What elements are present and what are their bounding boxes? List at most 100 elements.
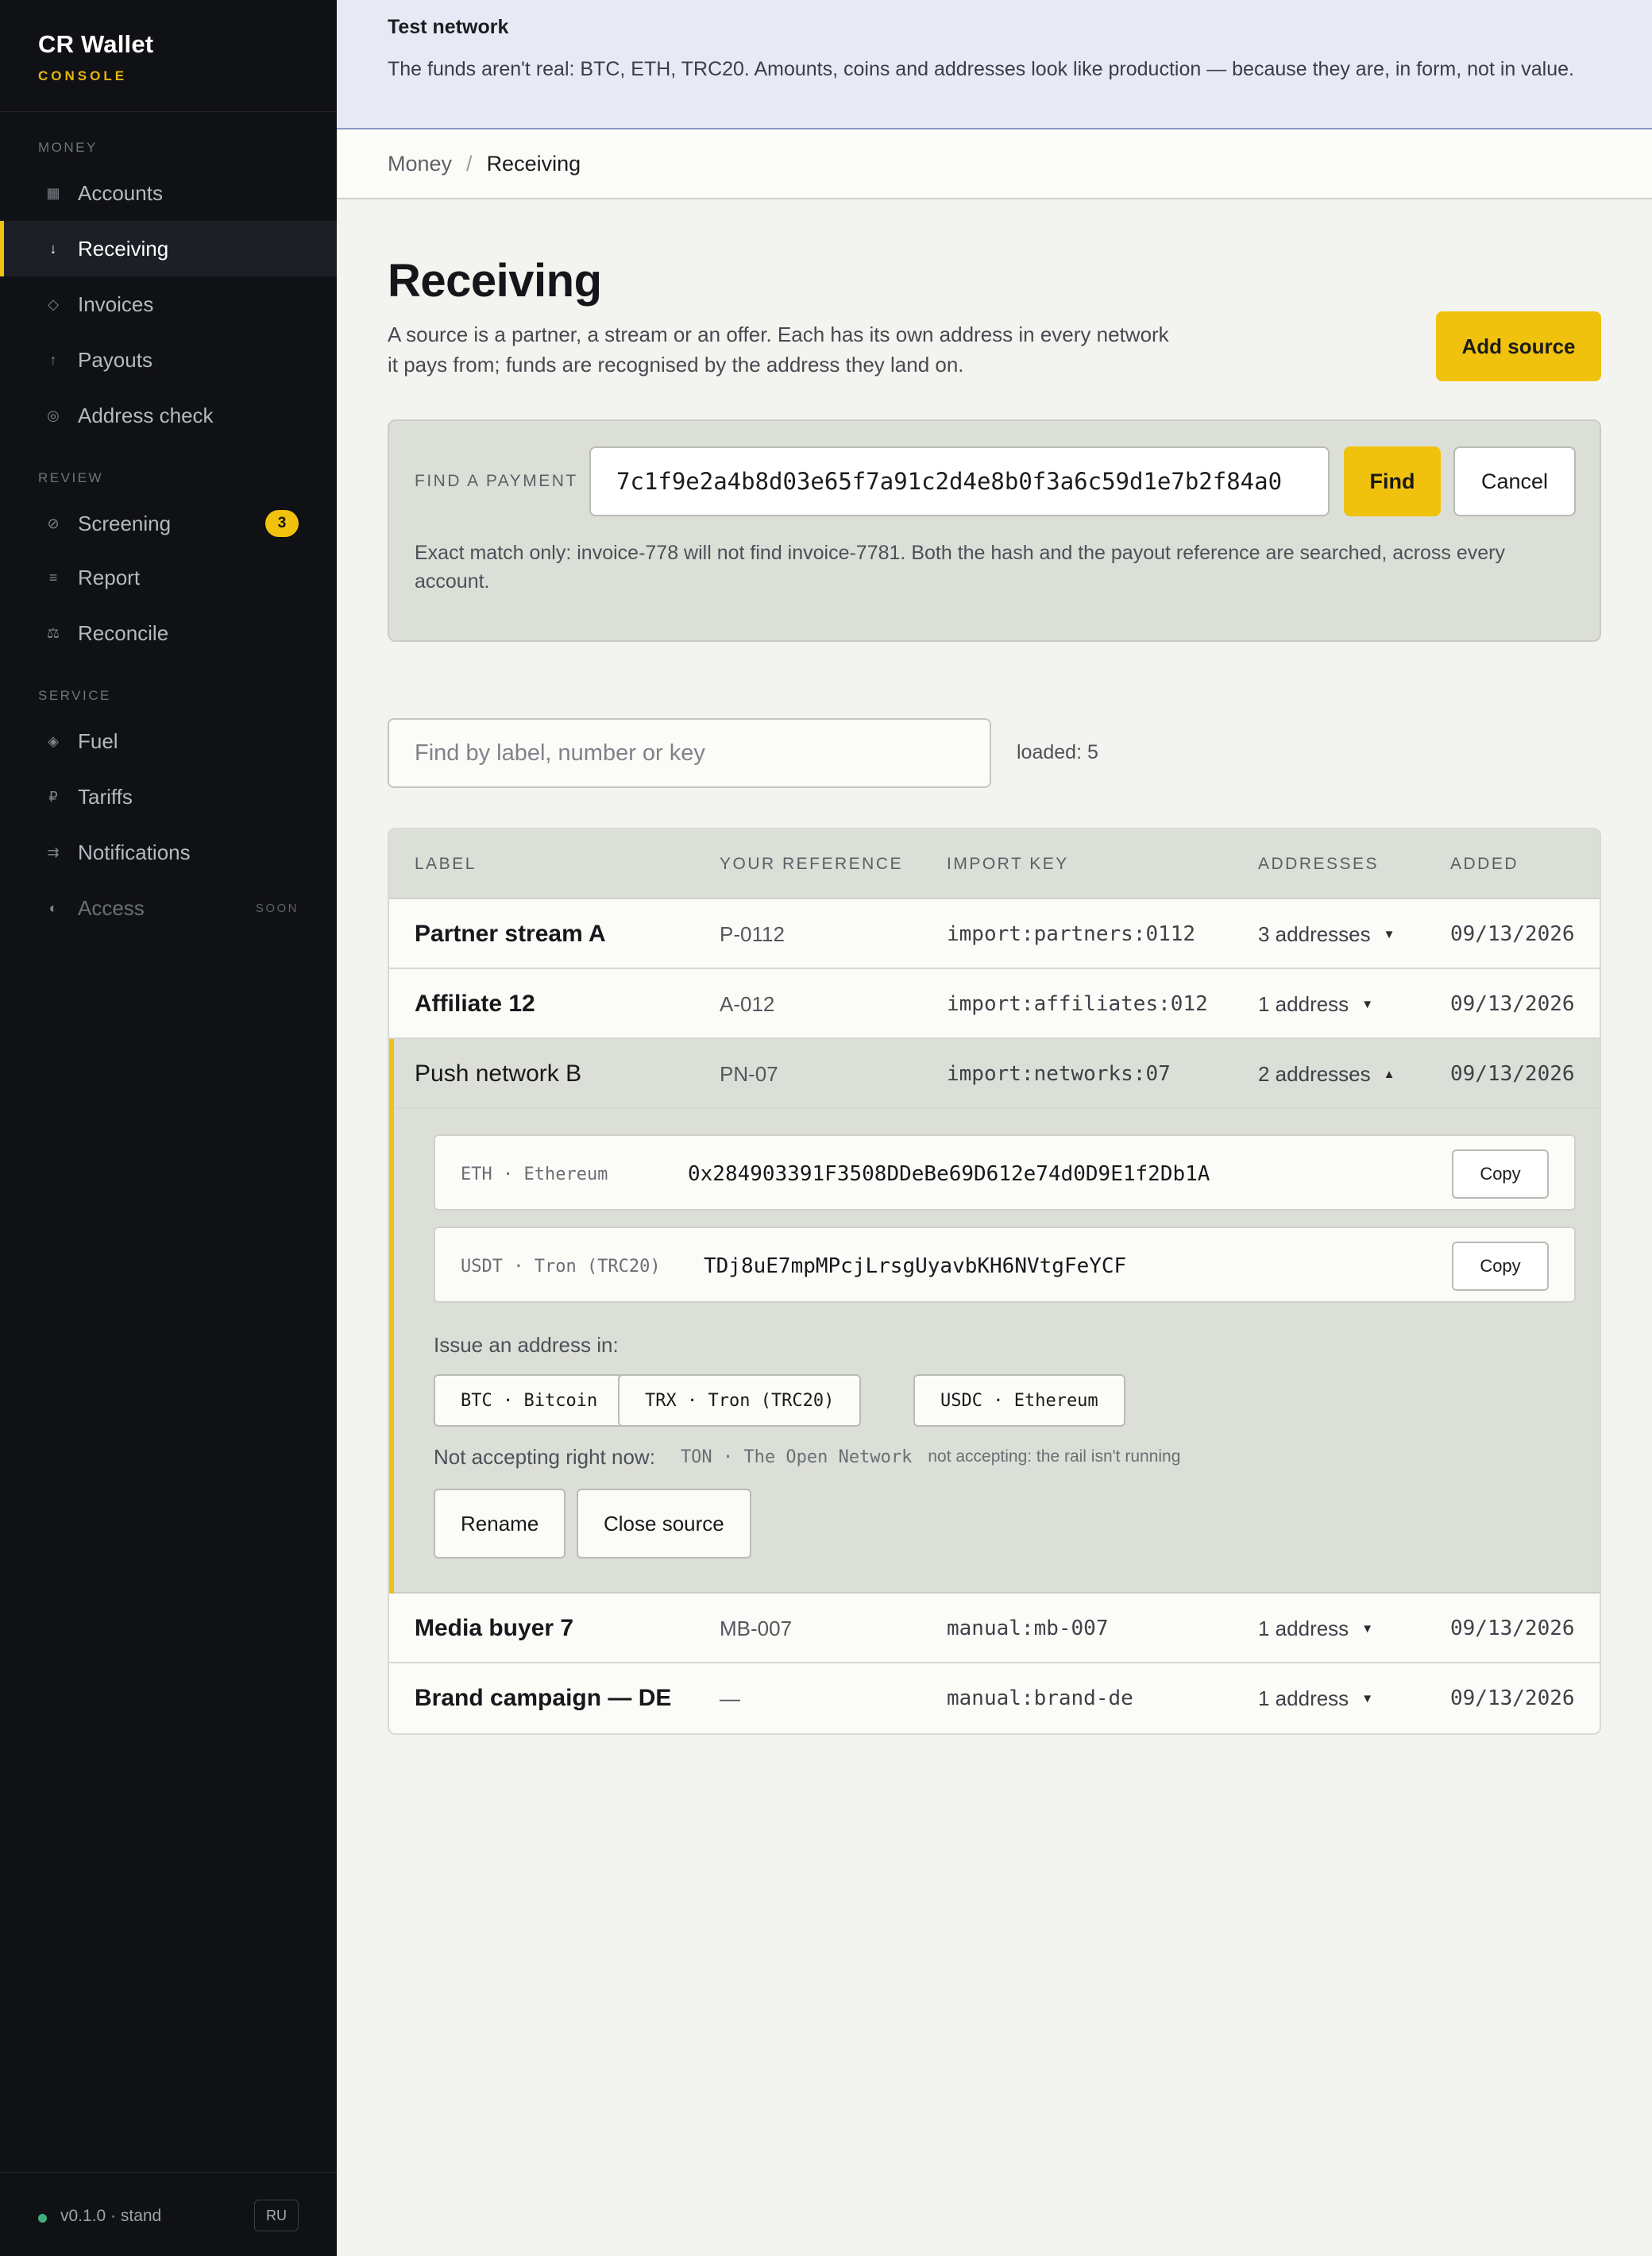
table-header: LABEL YOUR REFERENCE IMPORT KEY ADDRESSE…: [389, 829, 1600, 899]
sidebar-item-screening[interactable]: ⊘ Screening 3: [0, 496, 337, 551]
nav-section-review: REVIEW: [38, 470, 104, 485]
source-import-key: import:partners:0112: [947, 922, 1196, 946]
not-accepting-row: Not accepting right now: TON · The Open …: [434, 1443, 1180, 1471]
table-row-expanded[interactable]: Push network B PN-07 import:networks:07 …: [389, 1039, 1600, 1109]
sidebar-item-report[interactable]: ≡ Report: [0, 550, 337, 605]
addresses-toggle[interactable]: 1 address ▼: [1258, 1593, 1373, 1663]
cancel-button[interactable]: Cancel: [1453, 446, 1576, 516]
sidebar-item-label: Address check: [78, 403, 214, 427]
table-row[interactable]: Affiliate 12 A-012 import:affiliates:012…: [389, 969, 1600, 1039]
not-accepting-network: TON · The Open Network: [680, 1447, 913, 1467]
addresses-count: 1 address: [1258, 991, 1349, 1016]
sidebar-item-label: Reconcile: [78, 620, 169, 645]
test-network-banner: Test network The funds aren't real: BTC,…: [337, 0, 1652, 129]
find-button[interactable]: Find: [1344, 446, 1441, 516]
find-payment-input[interactable]: 7c1f9e2a4b8d03e65f7a91c2d4e8b0f3a6c59d1e…: [589, 446, 1330, 516]
addresses-toggle[interactable]: 1 address ▼: [1258, 969, 1373, 1039]
copy-button[interactable]: Copy: [1452, 1242, 1549, 1291]
status-dot: [38, 2214, 47, 2223]
find-payment-hint: Exact match only: invoice-778 will not f…: [415, 542, 1505, 593]
table-row[interactable]: Partner stream A P-0112 import:partners:…: [389, 899, 1600, 969]
source-label: Media buyer 7: [415, 1615, 574, 1641]
sidebar-item-address-check[interactable]: ◎ Address check: [0, 388, 337, 443]
arrows-icon: ⇉: [47, 844, 60, 860]
addresses-count: 1 address: [1258, 1686, 1349, 1710]
address-value: TDj8uE7mpMPcjLrsgUyavbKH6NVtgFeYCF: [704, 1254, 1127, 1278]
addresses-toggle[interactable]: 1 address ▼: [1258, 1663, 1373, 1733]
sidebar-item-receiving[interactable]: ↓ Receiving: [0, 221, 337, 276]
nav-section-service: SERVICE: [38, 688, 111, 703]
source-label: Push network B: [415, 1060, 582, 1087]
source-label: Affiliate 12: [415, 991, 535, 1017]
target-icon: ◎: [47, 407, 60, 423]
caret-down-icon: ▼: [1383, 927, 1395, 941]
sidebar-item-label: Tariffs: [78, 784, 133, 809]
caret-down-icon: ▼: [1361, 997, 1374, 1011]
page-title: Receiving: [388, 255, 602, 307]
breadcrumb-current: Receiving: [486, 151, 581, 176]
table-row[interactable]: Brand campaign — DE — manual:brand-de 1 …: [389, 1663, 1600, 1733]
copy-button[interactable]: Copy: [1452, 1149, 1549, 1199]
table-row[interactable]: Media buyer 7 MB-007 manual:mb-007 1 add…: [389, 1593, 1600, 1663]
source-label: Partner stream A: [415, 921, 606, 947]
app-title: CR Wallet: [38, 30, 154, 58]
banner-text: The funds aren't real: BTC, ETH, TRC20. …: [388, 58, 1574, 80]
sidebar-footer: v0.1.0 · stand RU: [0, 2172, 337, 2256]
address-card-usdt: USDT · Tron (TRC20) TDj8uE7mpMPcjLrsgUya…: [434, 1227, 1576, 1303]
app-subtitle: CONSOLE: [38, 68, 128, 83]
forbidden-icon: ⊘: [47, 515, 60, 531]
addresses-toggle[interactable]: 2 addresses ▲: [1258, 1039, 1395, 1109]
add-source-button[interactable]: Add source: [1436, 311, 1601, 381]
sidebar-item-notifications[interactable]: ⇉ Notifications: [0, 825, 337, 880]
source-reference: P-0112: [720, 921, 785, 946]
caret-down-icon: ▼: [1361, 1621, 1374, 1636]
page-description: A source is a partner, a stream or an of…: [388, 323, 1169, 377]
address-network: ETH · Ethereum: [461, 1164, 608, 1184]
source-reference: —: [720, 1686, 740, 1710]
close-source-button[interactable]: Close source: [577, 1489, 751, 1559]
address-value: 0x284903391F3508DDeBe69D612e74d0D9E1f2Db…: [688, 1162, 1210, 1186]
source-added-date: 09/13/2026: [1450, 1617, 1575, 1640]
sidebar-item-label: Receiving: [78, 236, 169, 261]
sidebar-item-label: Invoices: [78, 292, 154, 316]
source-reference: A-012: [720, 991, 775, 1016]
sidebar-item-label: Report: [78, 565, 141, 589]
brand: CR Wallet CONSOLE: [0, 0, 337, 112]
addresses-toggle[interactable]: 3 addresses ▼: [1258, 899, 1395, 969]
caret-down-icon: ▼: [1361, 1691, 1374, 1706]
arrow-down-icon: ↓: [49, 240, 57, 257]
rename-button[interactable]: Rename: [434, 1489, 566, 1559]
diamond-icon: ◇: [48, 296, 59, 312]
breadcrumb-separator: /: [466, 151, 473, 176]
sidebar-item-reconcile[interactable]: ⚖ Reconcile: [0, 605, 337, 661]
addresses-count: 3 addresses: [1258, 921, 1371, 946]
column-import-key: IMPORT KEY: [947, 855, 1069, 873]
column-reference: YOUR REFERENCE: [720, 855, 904, 873]
sidebar-item-tariffs[interactable]: ₽ Tariffs: [0, 769, 337, 825]
issue-usdc-button[interactable]: USDC · Ethereum: [913, 1374, 1125, 1427]
addresses-count: 1 address: [1258, 1616, 1349, 1640]
sidebar-item-label: Screening: [78, 511, 172, 535]
soon-tag: SOON: [255, 901, 299, 915]
source-added-date: 09/13/2026: [1450, 992, 1575, 1016]
source-filter-input[interactable]: [388, 718, 991, 788]
address-network: USDT · Tron (TRC20): [461, 1256, 661, 1277]
sidebar-item-payouts[interactable]: ↑ Payouts: [0, 332, 337, 388]
loaded-count: loaded: 5: [1017, 741, 1098, 763]
source-reference: PN-07: [720, 1061, 778, 1086]
sidebar-item-label: Fuel: [78, 728, 118, 753]
lines-icon: ≡: [48, 569, 58, 585]
language-button[interactable]: RU: [254, 2200, 299, 2231]
column-label: LABEL: [415, 855, 477, 873]
sidebar-item-label: Access: [78, 895, 145, 920]
sidebar-item-accounts[interactable]: ▦ Accounts: [0, 165, 337, 221]
breadcrumb-money[interactable]: Money: [388, 152, 452, 176]
source-import-key: import:affiliates:012: [947, 992, 1208, 1016]
sidebar-item-fuel[interactable]: ◈ Fuel: [0, 713, 337, 769]
sidebar-item-invoices[interactable]: ◇ Invoices: [0, 276, 337, 332]
issue-trx-button[interactable]: TRX · Tron (TRC20): [618, 1374, 862, 1427]
breadcrumb: Money / Receiving: [337, 129, 1652, 199]
sidebar: CR Wallet CONSOLE MONEY ▦ Accounts ↓ Rec…: [0, 0, 337, 2256]
issue-btc-button[interactable]: BTC · Bitcoin: [434, 1374, 625, 1427]
grid-icon: ▦: [46, 184, 60, 201]
